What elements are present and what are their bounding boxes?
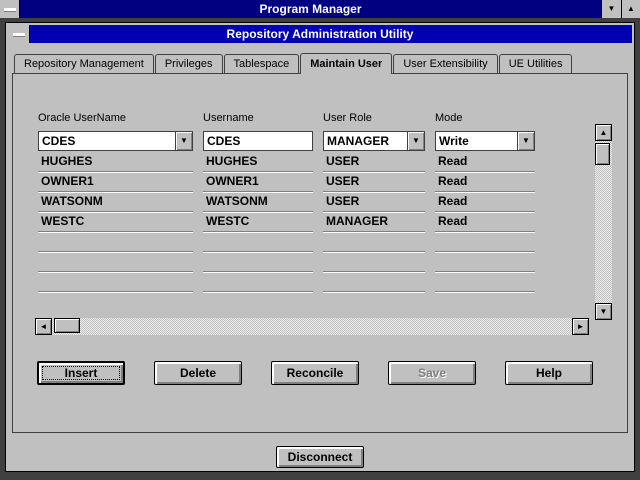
maintain-user-panel: Oracle UserName CDES ▼ HUGHES OWNER1 WAT… bbox=[12, 73, 628, 433]
scroll-right-button[interactable]: ► bbox=[572, 318, 589, 335]
tab-strip: Repository Management Privileges Tablesp… bbox=[14, 52, 628, 73]
horizontal-scrollbar[interactable]: ◄ ► bbox=[35, 318, 589, 335]
grid-cell-empty[interactable] bbox=[435, 252, 535, 272]
system-menu-icon bbox=[13, 33, 25, 36]
chevron-down-icon: ▼ bbox=[180, 137, 188, 145]
vertical-scroll-thumb[interactable] bbox=[595, 143, 610, 165]
column-user-role: User Role MANAGER ▼ USER USER USER MANAG… bbox=[323, 112, 425, 292]
left-arrow-icon: ◄ bbox=[40, 323, 48, 331]
window-title: Repository Administration Utility bbox=[30, 25, 632, 43]
caption-buttons: ▼ ▲ bbox=[601, 0, 640, 18]
chevron-down-icon: ▼ bbox=[522, 137, 530, 145]
horizontal-scroll-thumb[interactable] bbox=[54, 318, 80, 333]
insert-button[interactable]: Insert bbox=[37, 361, 125, 385]
dropdown-button[interactable]: ▼ bbox=[517, 132, 534, 150]
grid-cell-empty[interactable] bbox=[435, 272, 535, 292]
grid-cell[interactable]: USER bbox=[323, 172, 425, 192]
down-arrow-icon: ▼ bbox=[600, 308, 608, 316]
dropdown-button[interactable]: ▼ bbox=[175, 132, 192, 150]
repository-admin-window: Repository Administration Utility Reposi… bbox=[5, 22, 635, 472]
grid-cell-empty[interactable] bbox=[203, 232, 313, 252]
oracle-username-combobox[interactable]: CDES ▼ bbox=[38, 131, 193, 151]
program-manager-title: Program Manager bbox=[20, 0, 601, 18]
delete-button[interactable]: Delete bbox=[154, 361, 242, 385]
grid-cell[interactable]: HUGHES bbox=[203, 152, 313, 172]
maximize-button[interactable]: ▲ bbox=[621, 0, 640, 18]
user-role-combobox[interactable]: MANAGER ▼ bbox=[323, 131, 425, 151]
grid-cell-empty[interactable] bbox=[323, 252, 425, 272]
mode-combobox[interactable]: Write ▼ bbox=[435, 131, 535, 151]
minimize-button[interactable]: ▼ bbox=[602, 0, 621, 18]
grid-cell[interactable]: WESTC bbox=[203, 212, 313, 232]
up-arrow-icon: ▲ bbox=[600, 129, 608, 137]
grid-cell[interactable]: WATSONM bbox=[38, 192, 193, 212]
column-oracle-username: Oracle UserName CDES ▼ HUGHES OWNER1 WAT… bbox=[38, 112, 193, 292]
grid-cell-empty[interactable] bbox=[38, 232, 193, 252]
grid-cell[interactable]: Read bbox=[435, 172, 535, 192]
grid-cell[interactable]: OWNER1 bbox=[38, 172, 193, 192]
combobox-value: Write bbox=[436, 132, 517, 150]
window-system-menu-button[interactable] bbox=[8, 25, 30, 43]
grid-cell[interactable]: USER bbox=[323, 152, 425, 172]
action-button-row: Insert Delete Reconcile Save Help bbox=[37, 361, 593, 385]
window-titlebar: Repository Administration Utility bbox=[8, 25, 632, 43]
grid-cell-empty[interactable] bbox=[203, 272, 313, 292]
disconnect-row: Disconnect bbox=[6, 446, 634, 468]
column-header-user-role: User Role bbox=[323, 112, 425, 126]
grid-cell-empty[interactable] bbox=[323, 232, 425, 252]
right-arrow-icon: ► bbox=[577, 323, 585, 331]
column-header-username: Username bbox=[203, 112, 313, 126]
grid-cell-empty[interactable] bbox=[435, 232, 535, 252]
program-manager-titlebar: Program Manager ▼ ▲ bbox=[0, 0, 640, 18]
grid-cell[interactable]: HUGHES bbox=[38, 152, 193, 172]
tab-tablespace[interactable]: Tablespace bbox=[224, 54, 300, 73]
tab-privileges[interactable]: Privileges bbox=[155, 54, 223, 73]
vertical-scrollbar[interactable]: ▲ ▼ bbox=[595, 124, 612, 320]
tab-repository-management[interactable]: Repository Management bbox=[14, 54, 154, 73]
username-field[interactable]: CDES bbox=[203, 131, 313, 151]
chevron-down-icon: ▼ bbox=[412, 137, 420, 145]
grid-cell[interactable]: WATSONM bbox=[203, 192, 313, 212]
tab-user-extensibility[interactable]: User Extensibility bbox=[393, 54, 497, 73]
grid-cell[interactable]: Read bbox=[435, 212, 535, 232]
column-header-oracle-username: Oracle UserName bbox=[38, 112, 193, 126]
scroll-down-button[interactable]: ▼ bbox=[595, 303, 612, 320]
desktop: Program Manager ▼ ▲ Repository Administr… bbox=[0, 0, 640, 480]
tab-maintain-user[interactable]: Maintain User bbox=[300, 53, 392, 74]
grid-cell-empty[interactable] bbox=[203, 252, 313, 272]
user-grid: Oracle UserName CDES ▼ HUGHES OWNER1 WAT… bbox=[38, 112, 535, 292]
system-menu-icon bbox=[4, 8, 16, 11]
grid-cell-empty[interactable] bbox=[38, 272, 193, 292]
scroll-left-button[interactable]: ◄ bbox=[35, 318, 52, 335]
grid-cell-empty[interactable] bbox=[38, 252, 193, 272]
grid-cell[interactable]: USER bbox=[323, 192, 425, 212]
help-button[interactable]: Help bbox=[505, 361, 593, 385]
system-menu-button[interactable] bbox=[0, 0, 20, 18]
tab-ue-utilities[interactable]: UE Utilities bbox=[499, 54, 573, 73]
disconnect-button[interactable]: Disconnect bbox=[276, 446, 364, 468]
grid-cell[interactable]: MANAGER bbox=[323, 212, 425, 232]
horizontal-scroll-track[interactable] bbox=[52, 318, 572, 335]
grid-cell[interactable]: OWNER1 bbox=[203, 172, 313, 192]
reconcile-button[interactable]: Reconcile bbox=[271, 361, 359, 385]
vertical-scroll-track[interactable] bbox=[595, 141, 612, 303]
column-header-mode: Mode bbox=[435, 112, 535, 126]
combobox-value: MANAGER bbox=[324, 132, 407, 150]
column-mode: Mode Write ▼ Read Read Read Read bbox=[435, 112, 535, 292]
grid-cell[interactable]: WESTC bbox=[38, 212, 193, 232]
scroll-up-button[interactable]: ▲ bbox=[595, 124, 612, 141]
minimize-icon: ▼ bbox=[608, 5, 616, 13]
grid-cell[interactable]: Read bbox=[435, 152, 535, 172]
save-button[interactable]: Save bbox=[388, 361, 476, 385]
combobox-value: CDES bbox=[39, 132, 175, 150]
maximize-icon: ▲ bbox=[627, 5, 635, 13]
dropdown-button[interactable]: ▼ bbox=[407, 132, 424, 150]
grid-cell-empty[interactable] bbox=[323, 272, 425, 292]
grid-cell[interactable]: Read bbox=[435, 192, 535, 212]
column-username: Username CDES HUGHES OWNER1 WATSONM WEST… bbox=[203, 112, 313, 292]
